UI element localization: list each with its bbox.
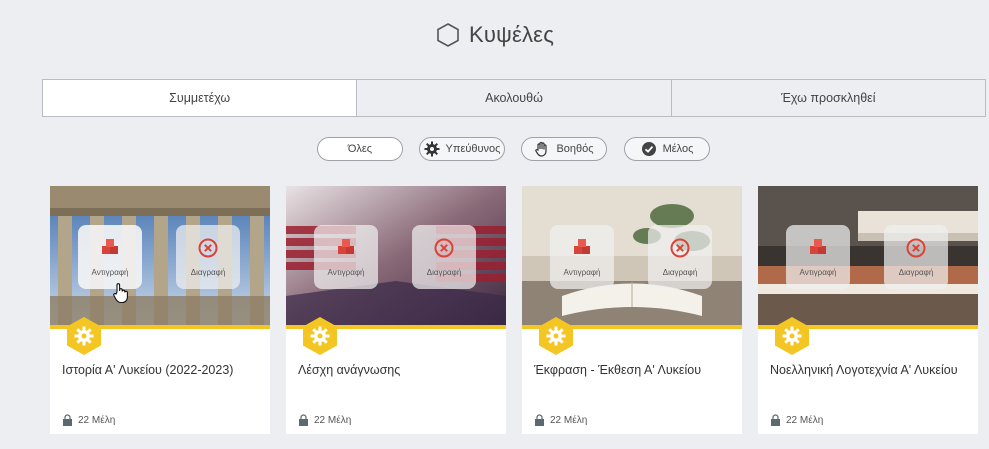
manager-role-icon (67, 317, 101, 355)
copy-boxes-icon (810, 239, 826, 254)
tab-following[interactable]: Ακολουθώ (357, 80, 672, 116)
copy-label: Αντιγραφή (91, 268, 129, 277)
filter-all[interactable]: Όλες (317, 137, 403, 161)
delete-label: Διαγραφή (662, 268, 698, 277)
copy-boxes-icon (574, 239, 590, 254)
page-title: Κυψέλες (468, 22, 554, 47)
hand-pointer-cursor-icon (113, 283, 128, 304)
card-image: Αντιγραφή Διαγραφή (758, 186, 978, 325)
lock-icon (535, 414, 544, 426)
filter-manager[interactable]: Υπεύθυνος (419, 137, 505, 161)
delete-circle-icon (906, 238, 926, 258)
role-filters: Όλες Υπεύθυνος Βοηθός Μέλος (0, 137, 989, 161)
hexagon-outline-icon (437, 23, 459, 47)
filter-assistant-label: Βοηθός (556, 143, 594, 155)
lock-icon (299, 414, 308, 426)
group-card[interactable]: Αντιγραφή Διαγραφή Λέσχη ανάγνωσης 22 Μέ… (286, 186, 506, 434)
member-count: 22 Μέλη (534, 414, 587, 426)
copy-label: Αντιγραφή (327, 268, 365, 277)
card-image: Αντιγραφή Διαγραφή (50, 186, 270, 325)
card-image: Αντιγραφή Διαγραφή (522, 186, 742, 325)
copy-button[interactable]: Αντιγραφή (314, 225, 378, 289)
group-name[interactable]: Νοελληνική Λογοτεχνία Α' Λυκείου (770, 363, 958, 377)
filter-member-label: Μέλος (662, 143, 694, 155)
filter-member[interactable]: Μέλος (624, 137, 710, 161)
copy-label: Αντιγραφή (799, 268, 837, 277)
check-circle-icon (641, 142, 656, 156)
member-count-label: 22 Μέλη (78, 414, 116, 426)
lock-icon (771, 414, 780, 426)
member-count-label: 22 Μέλη (314, 414, 352, 426)
delete-button[interactable]: Διαγραφή (648, 225, 712, 289)
copy-boxes-icon (338, 239, 354, 254)
group-name[interactable]: Ιστορία Α' Λυκείου (2022-2023) (62, 363, 233, 377)
manager-role-icon (775, 317, 809, 355)
delete-circle-icon (198, 238, 218, 258)
member-count-label: 22 Μέλη (550, 414, 588, 426)
delete-label: Διαγραφή (190, 268, 226, 277)
group-name[interactable]: Λέσχη ανάγνωσης (298, 363, 400, 377)
filter-all-label: Όλες (347, 143, 373, 155)
delete-circle-icon (434, 238, 454, 258)
filter-assistant[interactable]: Βοηθός (521, 137, 607, 161)
filter-manager-label: Υπεύθυνος (445, 143, 501, 155)
group-card[interactable]: Αντιγραφή Διαγραφή Έκφραση - Έκθεση Α' Λ… (522, 186, 742, 434)
delete-label: Διαγραφή (426, 268, 462, 277)
copy-button[interactable]: Αντιγραφή (786, 225, 850, 289)
page-header: Κυψέλες (0, 22, 989, 48)
lock-icon (63, 414, 72, 426)
member-count-label: 22 Μέλη (786, 414, 824, 426)
member-count: 22 Μέλη (62, 414, 115, 426)
copy-boxes-icon (102, 239, 118, 254)
group-name[interactable]: Έκφραση - Έκθεση Α' Λυκείου (534, 363, 701, 377)
tab-participating[interactable]: Συμμετέχω (43, 80, 358, 116)
tab-invited[interactable]: Έχω προσκληθεί (671, 80, 985, 116)
membership-tabs: Συμμετέχω Ακολουθώ Έχω προσκληθεί (42, 79, 986, 117)
member-count: 22 Μέλη (770, 414, 823, 426)
copy-button[interactable]: Αντιγραφή (550, 225, 614, 289)
group-card[interactable]: Αντιγραφή Διαγραφή Νοελληνική Λογοτεχνία… (758, 186, 978, 434)
delete-button[interactable]: Διαγραφή (176, 225, 240, 289)
manager-role-icon (303, 317, 337, 355)
copy-label: Αντιγραφή (563, 268, 601, 277)
delete-button[interactable]: Διαγραφή (412, 225, 476, 289)
card-image: Αντιγραφή Διαγραφή (286, 186, 506, 325)
delete-button[interactable]: Διαγραφή (884, 225, 948, 289)
delete-circle-icon (670, 238, 690, 258)
copy-button[interactable]: Αντιγραφή (78, 225, 142, 289)
member-count: 22 Μέλη (298, 414, 351, 426)
hand-icon (535, 141, 548, 157)
delete-label: Διαγραφή (898, 268, 934, 277)
group-card[interactable]: Αντιγραφή Διαγραφή Ιστορία Α' Λυκείου (2… (50, 186, 270, 434)
gear-icon (424, 141, 440, 157)
manager-role-icon (539, 317, 573, 355)
